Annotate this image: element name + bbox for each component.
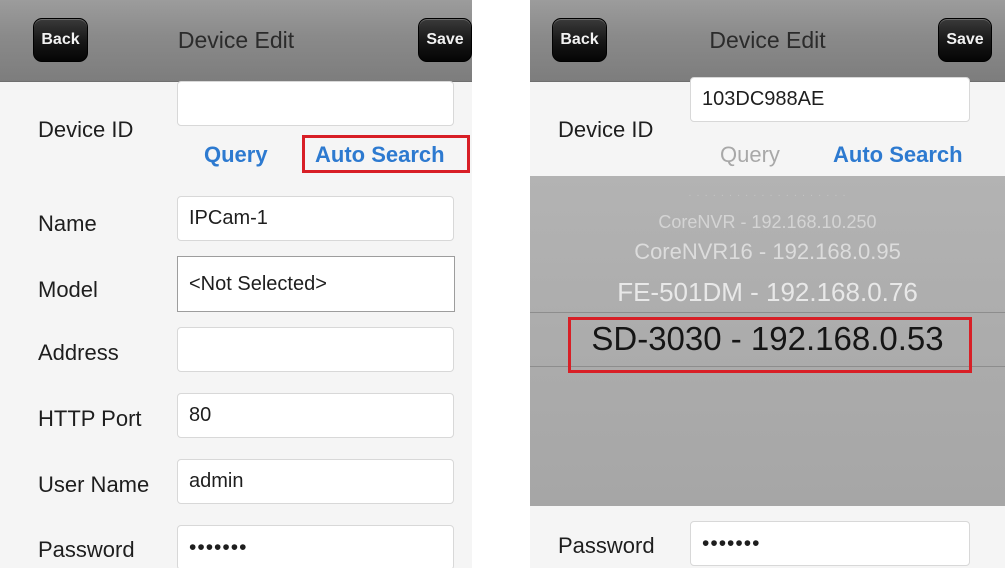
user-name-field[interactable]: admin bbox=[177, 459, 454, 504]
nav-bar: Back Device Edit Save bbox=[530, 0, 1005, 82]
picker-item[interactable]: FE-501DM - 192.168.0.76 bbox=[530, 277, 1005, 308]
picker-item[interactable]: CoreNVR16 - 192.168.0.95 bbox=[530, 239, 1005, 265]
password-field[interactable]: ••••••• bbox=[177, 525, 454, 568]
device-picker[interactable]: · · · · · · · · · · · · · · · · · · · · … bbox=[530, 176, 1005, 506]
address-field[interactable] bbox=[177, 327, 454, 372]
name-field[interactable]: IPCam-1 bbox=[177, 196, 454, 241]
save-button[interactable]: Save bbox=[938, 18, 992, 62]
device-id-label: Device ID bbox=[558, 117, 654, 142]
user-name-label: User Name bbox=[38, 472, 150, 497]
nav-title: Device Edit bbox=[177, 27, 295, 53]
selected-device-highlight bbox=[568, 317, 972, 373]
device-id-field[interactable] bbox=[177, 81, 454, 126]
model-selector[interactable]: <Not Selected> bbox=[177, 256, 455, 312]
auto-search-button[interactable]: Auto Search bbox=[833, 142, 963, 168]
device-id-field[interactable]: 103DC988AE bbox=[690, 77, 970, 122]
picker-selection-top-line bbox=[530, 312, 1005, 313]
picker-item-faint: · · · · · · · · · · · · · · · · · · · · bbox=[688, 190, 847, 201]
query-button[interactable]: Query bbox=[204, 142, 268, 168]
http-port-label: HTTP Port bbox=[38, 406, 142, 431]
save-button[interactable]: Save bbox=[418, 18, 472, 62]
picker-item[interactable]: CoreNVR - 192.168.10.250 bbox=[530, 212, 1005, 233]
nav-bar: Back Device Edit Save bbox=[0, 0, 472, 82]
password-label: Password bbox=[558, 533, 655, 558]
device-edit-screen-left: Back Device Edit Save Device ID Query Au… bbox=[0, 0, 472, 568]
query-button[interactable]: Query bbox=[720, 142, 780, 168]
password-label: Password bbox=[38, 537, 135, 562]
device-id-label: Device ID bbox=[38, 117, 134, 142]
auto-search-highlight bbox=[302, 135, 470, 173]
address-label: Address bbox=[38, 340, 119, 365]
name-label: Name bbox=[38, 211, 97, 236]
device-edit-screen-right: Back Device Edit Save Device ID 103DC988… bbox=[530, 0, 1005, 568]
nav-title: Device Edit bbox=[709, 27, 826, 53]
http-port-field[interactable]: 80 bbox=[177, 393, 454, 438]
model-label: Model bbox=[38, 277, 98, 302]
password-field[interactable]: ••••••• bbox=[690, 521, 970, 566]
